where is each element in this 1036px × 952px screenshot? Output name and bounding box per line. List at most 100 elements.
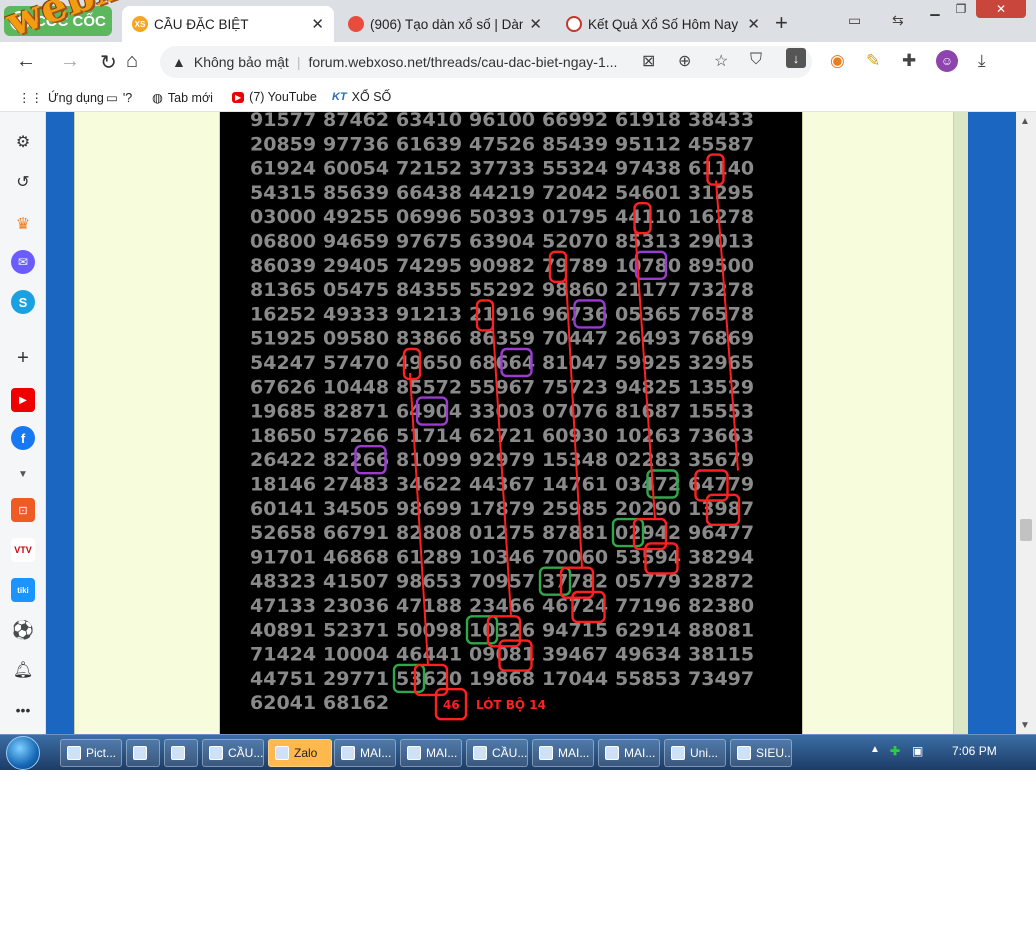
lottery-number: 52070 — [542, 231, 608, 253]
taskbar-button[interactable]: MAI... — [334, 739, 396, 767]
folder-icon: ▭ — [106, 91, 118, 105]
minimize-icon[interactable]: ▁ — [922, 0, 948, 18]
bookmark-label: '? — [122, 90, 133, 105]
lottery-number: 61289 — [396, 546, 462, 568]
notification-bell-icon[interactable]: 🔔︎ — [11, 658, 35, 682]
bookmark-new-tab[interactable]: ◍ Tab mới — [152, 90, 213, 106]
tab-sync-icon[interactable]: ⇆ — [892, 12, 904, 29]
lottery-number: 68162 — [323, 692, 389, 714]
window-close-icon[interactable]: ✕ — [976, 0, 1026, 18]
tab-tao-dan-xo-so[interactable]: (906) Tạo dàn xổ số | Dàn ✕ — [338, 6, 552, 42]
clock[interactable]: 7:06 PM — [952, 744, 997, 758]
lottery-number: 97438 — [615, 158, 681, 180]
extension-chrome-icon[interactable]: ◉ — [830, 51, 845, 71]
youtube-sidebar-icon[interactable]: ▶ — [11, 388, 35, 412]
taskbar-button[interactable]: Pict... — [60, 739, 122, 767]
lottery-number: 07076 — [542, 401, 608, 423]
download-video-icon[interactable]: ↓ — [786, 48, 806, 68]
taskbar-app-icon — [539, 746, 553, 760]
windows-start-button[interactable] — [6, 736, 40, 770]
profile-avatar-icon[interactable]: ☺ — [936, 50, 958, 72]
lottery-number: 38294 — [688, 546, 754, 568]
bookmark-youtube[interactable]: ▶ (7) YouTube — [232, 90, 317, 104]
lottery-number: 61918 — [615, 112, 681, 131]
lottery-number: 29405 — [323, 255, 389, 277]
tab-cau-dac-biet[interactable]: XS CẦU ĐẶC BIỆT ✕ — [122, 6, 334, 42]
taskbar-button[interactable]: MAI... — [400, 739, 462, 767]
lottery-number: 20859 — [250, 133, 316, 155]
picture-in-picture-icon[interactable]: ▭ — [848, 12, 861, 29]
taskbar-button[interactable]: SIEU... — [730, 739, 792, 767]
lottery-number: 13529 — [688, 376, 754, 398]
tab-close-icon[interactable]: ✕ — [747, 15, 760, 33]
back-arrow-icon[interactable]: ← — [16, 50, 36, 73]
facebook-icon[interactable]: f — [11, 426, 35, 450]
soccer-ball-icon[interactable]: ⚽ — [11, 618, 35, 642]
lottery-number: 44219 — [469, 182, 535, 204]
taskbar-button[interactable]: CẦU... — [202, 739, 264, 767]
lottery-number: 39467 — [542, 644, 608, 666]
collapse-arrow-icon[interactable]: ▼ — [11, 462, 35, 486]
scroll-up-arrow-icon[interactable]: ▲ — [1020, 116, 1030, 127]
tiki-icon[interactable]: tiki — [11, 578, 35, 602]
bookmark-star-icon[interactable]: ☆ — [714, 51, 728, 71]
tab-ket-qua-xo-so[interactable]: Kết Quả Xổ Số Hôm Nay ✕ — [556, 6, 770, 42]
lottery-number: 37782 — [542, 571, 608, 593]
blocked-popup-icon[interactable]: ⊠ — [642, 51, 655, 71]
reload-icon[interactable]: ↻ — [100, 50, 117, 75]
taskbar-button[interactable]: MAI... — [598, 739, 660, 767]
extensions-puzzle-icon[interactable]: ✚ — [902, 51, 916, 71]
lottery-number: 05365 — [615, 303, 681, 325]
lottery-number: 50098 — [396, 619, 462, 641]
shield-icon[interactable]: ⛉ — [750, 51, 762, 69]
kt-icon: KT — [332, 91, 347, 103]
zoom-icon[interactable]: ⊕ — [678, 51, 691, 71]
lottery-number: 03000 — [250, 206, 316, 228]
lottery-number: 35679 — [688, 449, 754, 471]
security-label[interactable]: Không bảo mật — [194, 54, 289, 70]
page-scrollbar[interactable]: ▲ ▼ — [1016, 112, 1036, 734]
forward-arrow-icon[interactable]: → — [60, 50, 80, 73]
settings-gear-icon[interactable]: ⚙ — [11, 130, 35, 154]
lottery-number: 02942 — [615, 522, 681, 544]
bookmark-folder[interactable]: ▭ '? — [106, 90, 133, 106]
taskbar-button[interactable]: Uni... — [664, 739, 726, 767]
scroll-thumb[interactable] — [1020, 519, 1032, 541]
tray-expand-icon[interactable]: ▲ — [870, 744, 880, 755]
maximize-icon[interactable]: ❐ — [948, 0, 974, 18]
vtv-go-icon[interactable]: VTV — [11, 538, 35, 562]
taskbar-button[interactable] — [164, 739, 198, 767]
history-icon[interactable]: ↺ — [11, 170, 35, 194]
taskbar-button[interactable] — [126, 739, 160, 767]
pencil-icon[interactable]: ✎ — [866, 51, 880, 71]
crown-icon[interactable]: ♛ — [11, 212, 35, 236]
bookmark-xo-so[interactable]: KT XỔ SỐ — [332, 90, 391, 104]
taskbar-button[interactable]: CẦU... — [466, 739, 528, 767]
new-tab-button[interactable]: + — [775, 10, 788, 36]
scroll-down-arrow-icon[interactable]: ▼ — [1020, 720, 1030, 731]
lottery-number: 64779 — [688, 474, 754, 496]
lottery-number: 32872 — [688, 571, 754, 593]
skype-icon[interactable]: S — [11, 290, 35, 314]
tab-close-icon[interactable]: ✕ — [529, 15, 542, 33]
download-icon[interactable]: ⤓ — [978, 51, 986, 71]
bookmark-apps[interactable]: ⋮⋮ Ứng dụng — [18, 90, 104, 106]
taskbar-button[interactable]: Zalo — [268, 739, 332, 767]
lottery-number: 73278 — [688, 279, 754, 301]
taskbar-button[interactable]: MAI... — [532, 739, 594, 767]
shopee-icon[interactable]: ⊡ — [11, 498, 35, 522]
tab-close-icon[interactable]: ✕ — [311, 15, 324, 33]
right-pale-column — [802, 112, 954, 734]
add-sidebar-icon[interactable]: + — [11, 346, 35, 370]
lottery-number: 98699 — [396, 498, 462, 520]
lottery-number: 53620 — [396, 668, 462, 690]
network-icon[interactable]: ▣ — [912, 744, 923, 758]
tray-app-icon[interactable]: ✚ — [890, 744, 900, 758]
home-icon[interactable]: ⌂ — [126, 50, 138, 73]
coccoc-menu-button[interactable]: CỐC CỐC — [4, 6, 112, 36]
more-options-icon[interactable]: ••• — [11, 698, 35, 722]
lottery-number: 10448 — [323, 376, 389, 398]
lottery-number: 94825 — [615, 376, 681, 398]
url-text[interactable]: forum.webxoso.net/threads/cau-dac-biet-n… — [308, 54, 617, 70]
messenger-icon[interactable]: ✉ — [11, 250, 35, 274]
